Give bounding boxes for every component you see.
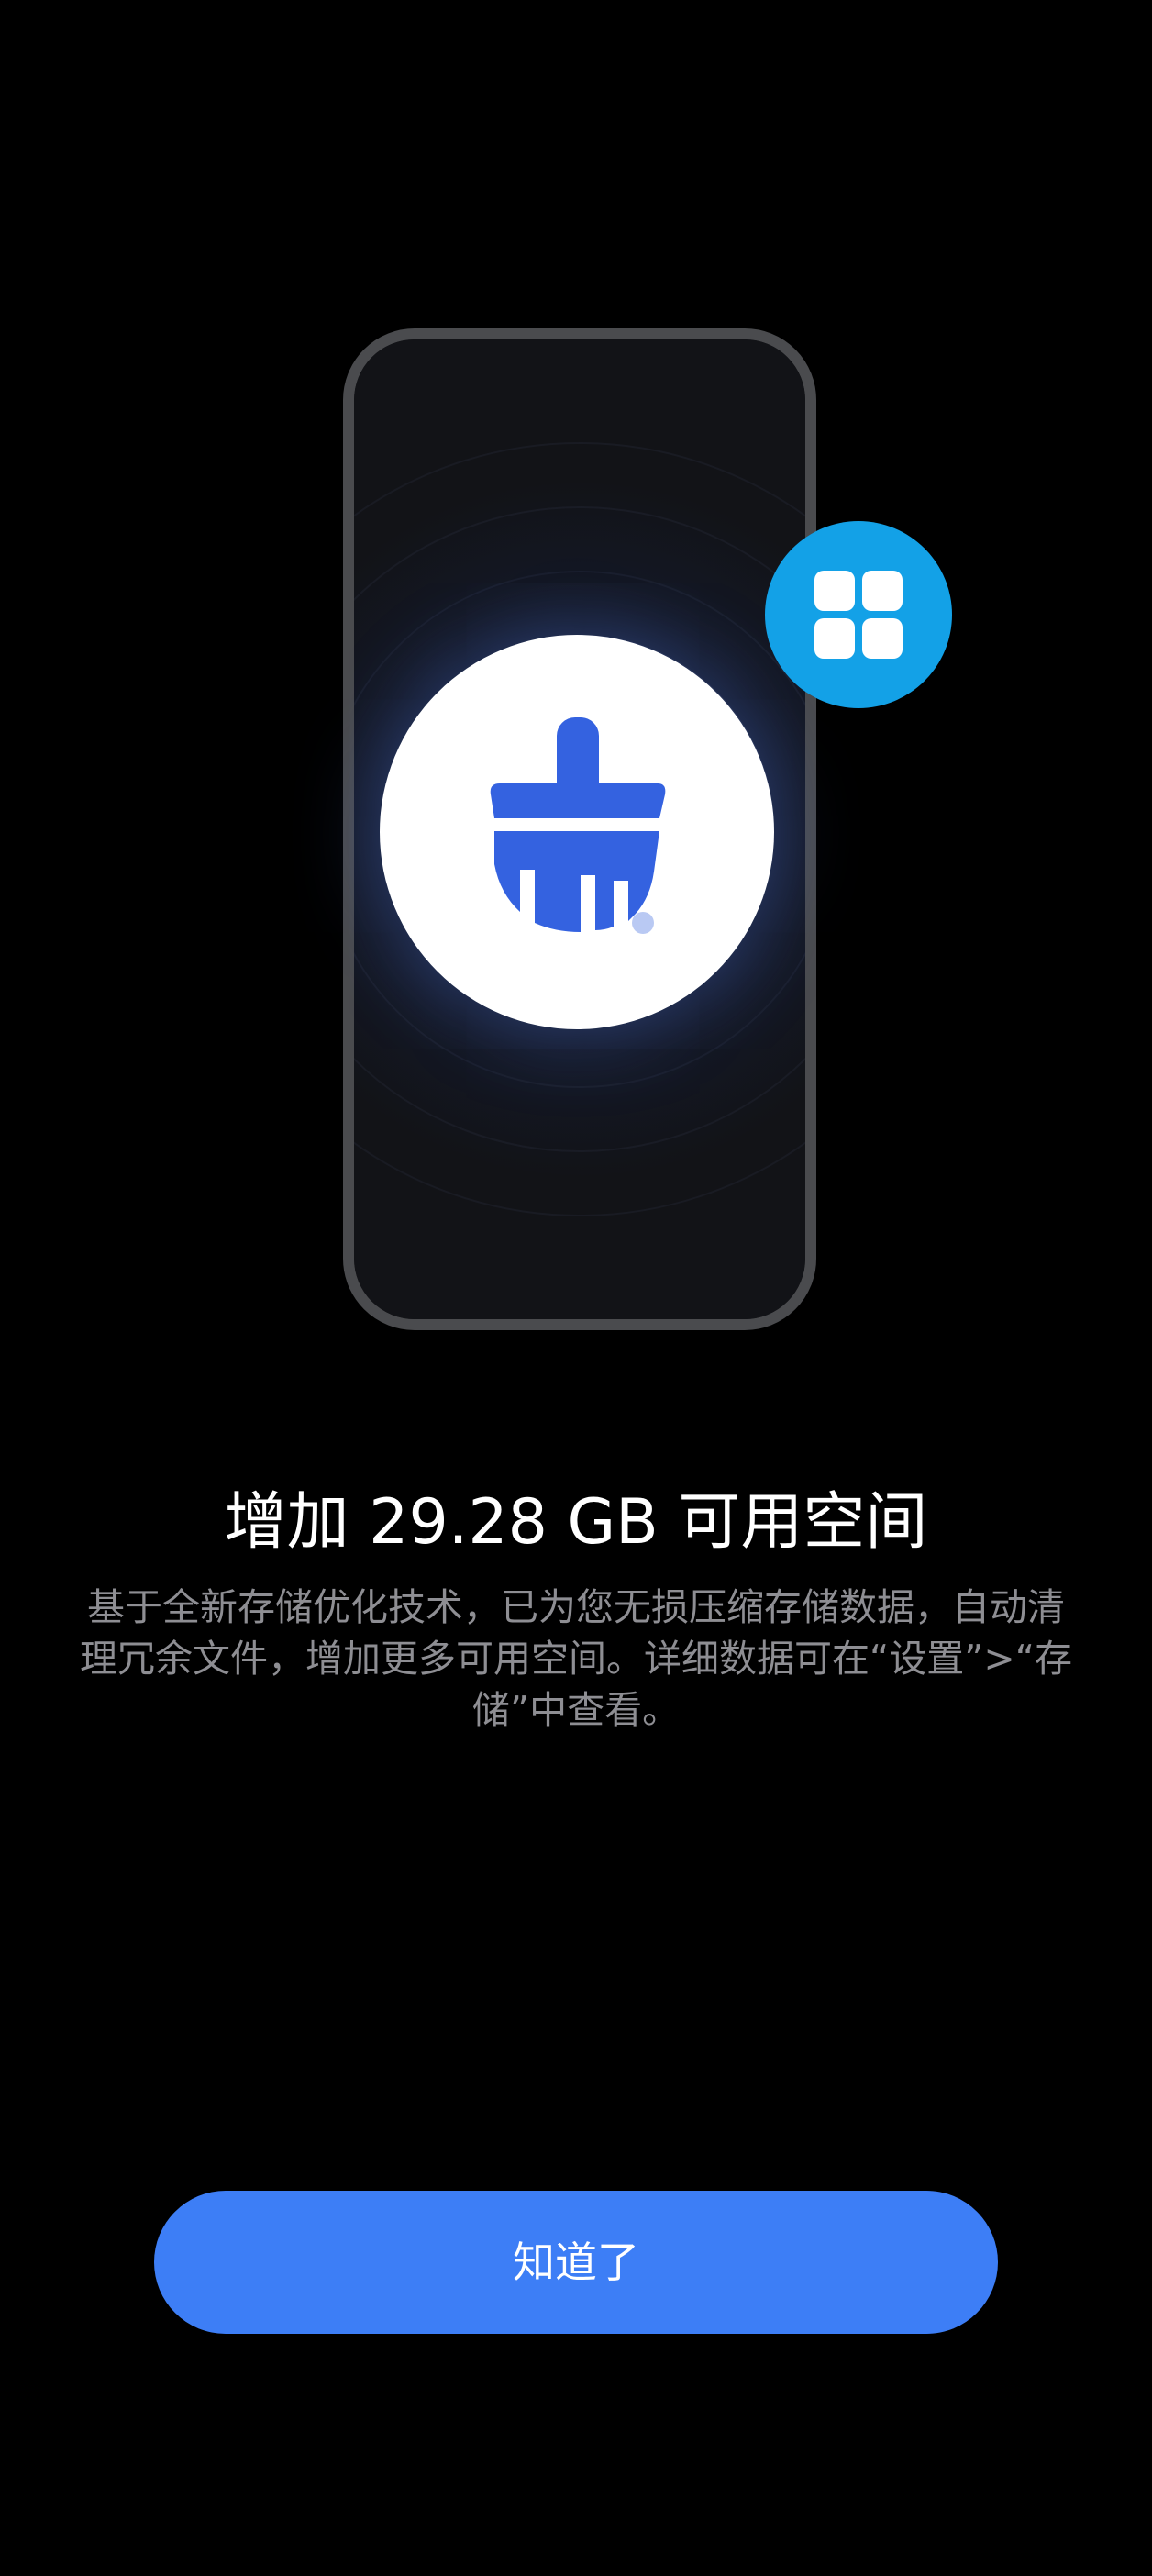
apps-grid-icon — [814, 571, 903, 659]
confirm-button[interactable]: 知道了 — [154, 2191, 998, 2334]
clean-circle — [380, 635, 774, 1029]
result-description: 基于全新存储优化技术，已为您无损压缩存储数据，自动清理冗余文件，增加更多可用空间… — [79, 1585, 1073, 1732]
result-title: 增加 29.28 GB 可用空间 — [224, 1486, 928, 1559]
broom-clean-icon — [490, 717, 666, 934]
apps-badge — [765, 521, 952, 708]
storage-optimization-illustration — [0, 0, 1152, 1376]
